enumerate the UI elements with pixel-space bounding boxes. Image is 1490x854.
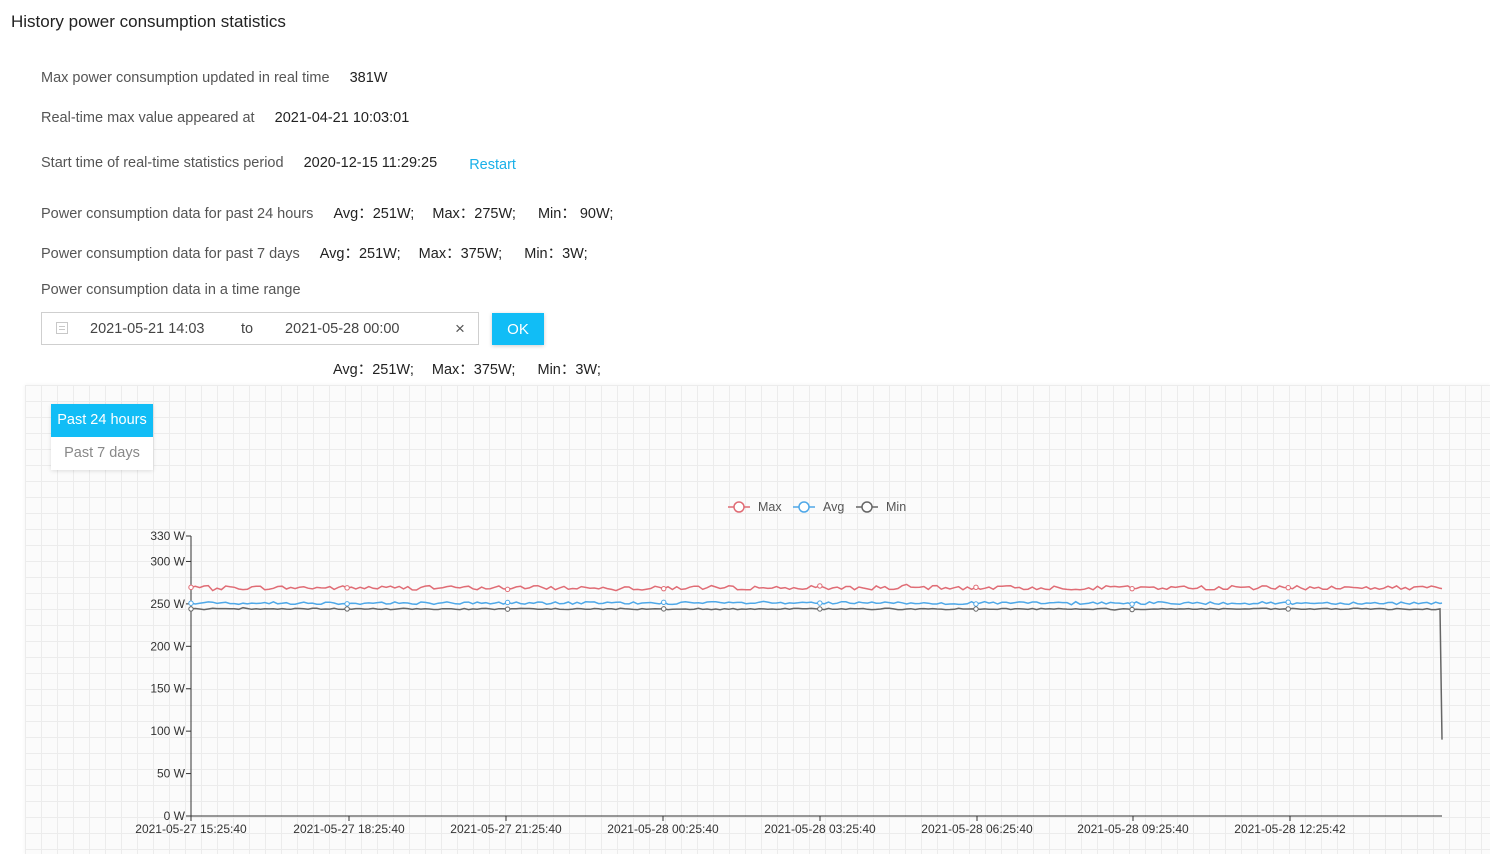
y-tick-label: 50 W: [157, 767, 186, 781]
series-avg-line: [190, 600, 1443, 606]
series-max-point: [973, 584, 979, 591]
series-avg-point: [504, 599, 511, 606]
series-avg-point: [973, 601, 979, 607]
x-tick-label: 2021-05-28 12:25:42: [1234, 822, 1346, 836]
legend-avg-icon: [798, 501, 810, 513]
x-tick-label: 2021-05-28 03:25:40: [764, 822, 876, 836]
y-tick-label: 0 W: [164, 809, 186, 823]
series-avg-point: [817, 600, 823, 606]
y-tick-label: 200 W: [150, 639, 185, 653]
y-tick-label: 300 W: [150, 554, 185, 568]
series-min-point: [1129, 606, 1135, 613]
series-max-point: [344, 585, 350, 591]
legend-max-label: Max: [758, 500, 782, 514]
series-avg-point: [344, 601, 350, 607]
series-avg-point: [1129, 601, 1135, 607]
legend-min-icon: [861, 501, 873, 513]
x-tick-label: 2021-05-27 15:25:40: [135, 822, 247, 836]
series-avg-point: [188, 600, 194, 606]
x-tick-label: 2021-05-27 18:25:40: [293, 822, 405, 836]
x-tick-label: 2021-05-27 21:25:40: [450, 822, 562, 836]
series-max-point: [817, 583, 823, 589]
legend-avg-label: Avg: [823, 500, 844, 514]
series-min-point: [188, 606, 194, 612]
y-tick-label: 330 W: [150, 529, 185, 543]
series-max-line: [190, 583, 1443, 592]
series-max-point: [188, 584, 194, 591]
legend-min-label: Min: [886, 500, 906, 514]
series-max-point: [1129, 585, 1135, 592]
y-tick-label: 250 W: [150, 597, 185, 611]
series-max-point: [661, 585, 667, 592]
power-line-chart: 0 W 50 W 100 W 150 W 200 W 250 W 300 W 330 W 202…: [135, 500, 1443, 836]
series-min-point: [504, 606, 511, 612]
x-tick-label: 2021-05-28 06:25:40: [921, 822, 1033, 836]
x-tick-label: 2021-05-28 00:25:40: [607, 822, 719, 836]
series-min-point: [973, 606, 979, 612]
x-tick-label: 2021-05-28 09:25:40: [1077, 822, 1189, 836]
legend-max-icon: [733, 501, 745, 513]
series-max-point: [504, 586, 511, 593]
series-min-point: [1285, 606, 1291, 612]
series-avg-point: [661, 599, 667, 605]
series-avg-point: [1285, 599, 1291, 605]
y-tick-label: 150 W: [150, 682, 185, 696]
series-max-point: [1285, 584, 1291, 591]
series-min-point: [344, 606, 350, 612]
series-min-point: [661, 606, 667, 612]
series-min-line: [190, 606, 1443, 740]
series-min-point: [817, 606, 823, 612]
y-tick-label: 100 W: [150, 724, 185, 738]
